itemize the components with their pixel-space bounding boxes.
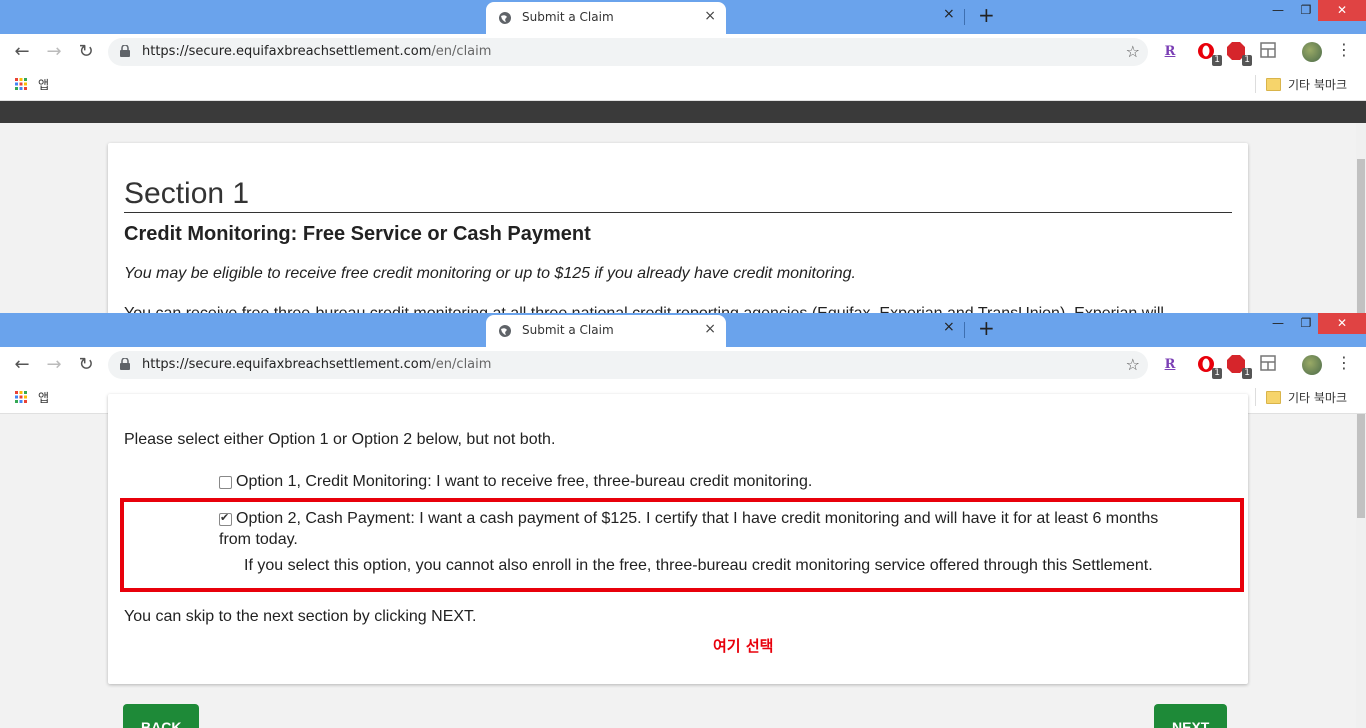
folder-icon (1266, 391, 1281, 404)
tab-title: Submit a Claim (522, 10, 614, 24)
section-title: Section 1 (124, 177, 250, 210)
r-extension-icon[interactable]: R (1160, 355, 1180, 375)
title-bar: Submit a Claim × × + — ❐ ✕ (0, 313, 1366, 347)
bookmark-star-icon[interactable]: ☆ (1126, 42, 1140, 61)
navigation-bar: ← → ↻ https://secure.equifaxbreachsettle… (0, 34, 1366, 70)
next-button[interactable]: NEXT (1154, 704, 1228, 728)
url-text: https://secure.equifaxbreachsettlement.c… (142, 44, 491, 59)
annotation-label: 여기 선택 (713, 637, 774, 655)
bookmarks-bar: 앱 기타 북마크 (0, 70, 1366, 101)
page-viewport: Section 1 Credit Monitoring: Free Servic… (0, 123, 1356, 314)
option1-checkbox[interactable] (219, 476, 232, 489)
adblock-plus-icon[interactable]: 1 (1226, 42, 1252, 66)
tab-close-icon[interactable]: × (943, 319, 955, 335)
address-bar[interactable]: https://secure.equifaxbreachsettlement.c… (108, 38, 1148, 66)
extension-badge: 1 (1242, 368, 1252, 379)
menu-dots-icon[interactable]: ⋮ (1336, 353, 1352, 372)
address-bar[interactable]: https://secure.equifaxbreachsettlement.c… (108, 351, 1148, 379)
forward-arrow-icon[interactable]: → (42, 40, 66, 64)
globe-icon (499, 325, 511, 337)
url-path: /en/claim (431, 357, 492, 372)
section-heading: Credit Monitoring: Free Service or Cash … (124, 223, 591, 245)
new-tab-button[interactable]: + (978, 3, 995, 27)
tab-submit-claim[interactable]: Submit a Claim × (486, 2, 726, 34)
profile-avatar[interactable] (1302, 355, 1322, 375)
other-bookmarks[interactable]: 기타 북마크 (1288, 389, 1347, 406)
section-divider (124, 212, 1232, 213)
url-path: /en/claim (431, 44, 492, 59)
back-arrow-icon[interactable]: ← (10, 353, 34, 377)
url-host: https://secure.equifaxbreachsettlement.c… (142, 357, 432, 372)
browser-window-top: Submit a Claim × × + — ❐ ✕ ← → ↻ https:/… (0, 0, 1366, 314)
bookmark-separator (1255, 75, 1256, 93)
lock-icon (120, 45, 130, 57)
reload-icon[interactable]: ↻ (74, 353, 98, 377)
back-arrow-icon[interactable]: ← (10, 40, 34, 64)
navigation-bar: ← → ↻ https://secure.equifaxbreachsettle… (0, 347, 1366, 383)
browser-window-bottom: Submit a Claim × × + — ❐ ✕ ← → ↻ https:/… (0, 313, 1366, 728)
scrollbar-thumb[interactable] (1357, 414, 1365, 518)
opera-extension-icon[interactable]: 1 (1196, 355, 1222, 379)
apps-label[interactable]: 앱 (38, 389, 49, 406)
layout-icon (1260, 42, 1276, 58)
globe-icon (499, 12, 511, 24)
opera-extension-icon[interactable]: 1 (1196, 42, 1222, 66)
url-text: https://secure.equifaxbreachsettlement.c… (142, 357, 491, 372)
r-extension-icon[interactable]: R (1160, 42, 1180, 62)
folder-icon (1266, 78, 1281, 91)
layout-icon (1260, 355, 1276, 371)
claim-card: Section 1 Credit Monitoring: Free Servic… (108, 143, 1248, 314)
tab-close-icon[interactable]: × (704, 8, 716, 24)
other-bookmarks[interactable]: 기타 북마크 (1288, 76, 1347, 93)
close-window-button[interactable]: ✕ (1318, 0, 1366, 21)
apps-grid-icon[interactable] (15, 78, 27, 90)
new-tab-button[interactable]: + (978, 316, 995, 340)
highlight-box (120, 498, 1244, 592)
scrollbar-thumb[interactable] (1357, 159, 1365, 314)
close-window-button[interactable]: ✕ (1318, 313, 1366, 334)
back-button[interactable]: BACK (123, 704, 200, 728)
forward-arrow-icon[interactable]: → (42, 353, 66, 377)
url-host: https://secure.equifaxbreachsettlement.c… (142, 44, 432, 59)
extension-badge: 1 (1212, 55, 1222, 66)
layout-extension-icon[interactable] (1258, 42, 1278, 62)
lock-icon (120, 358, 130, 370)
menu-dots-icon[interactable]: ⋮ (1336, 40, 1352, 59)
bookmark-separator (1255, 388, 1256, 406)
option1-label[interactable]: Option 1, Credit Monitoring: I want to r… (236, 473, 812, 491)
scrollbar[interactable] (1356, 414, 1366, 728)
title-bar: Submit a Claim × × + — ❐ ✕ (0, 0, 1366, 34)
section-lead: You may be eligible to receive free cred… (124, 265, 856, 282)
tab-separator (964, 322, 965, 338)
tab-close-icon[interactable]: × (943, 6, 955, 22)
tab-submit-claim[interactable]: Submit a Claim × (486, 315, 726, 347)
layout-extension-icon[interactable] (1258, 355, 1278, 375)
tab-title: Submit a Claim (522, 323, 614, 337)
scrollbar[interactable] (1356, 123, 1366, 314)
profile-avatar[interactable] (1302, 42, 1322, 62)
extension-badge: 1 (1242, 55, 1252, 66)
apps-grid-icon[interactable] (15, 391, 27, 403)
reload-icon[interactable]: ↻ (74, 40, 98, 64)
tab-close-icon[interactable]: × (704, 321, 716, 337)
extension-badge: 1 (1212, 368, 1222, 379)
adblock-plus-icon[interactable]: 1 (1226, 355, 1252, 379)
bookmark-star-icon[interactable]: ☆ (1126, 355, 1140, 374)
tab-separator (964, 9, 965, 25)
site-nav-bar (0, 101, 1366, 123)
instruction-text: Please select either Option 1 or Option … (124, 431, 556, 448)
apps-label[interactable]: 앱 (38, 76, 49, 93)
skip-text: You can skip to the next section by clic… (124, 608, 477, 625)
